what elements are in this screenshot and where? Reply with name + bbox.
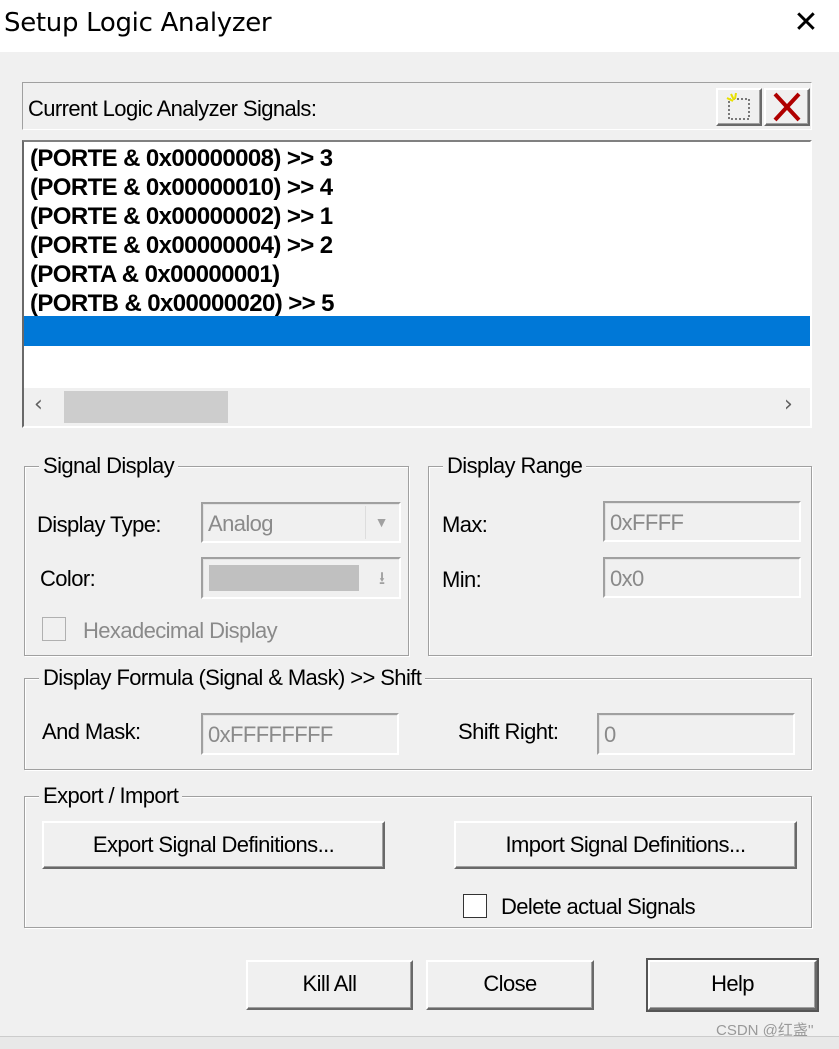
max-value: 0xFFFF — [610, 510, 684, 535]
selected-empty-row[interactable] — [24, 316, 810, 346]
chevron-down-icon[interactable]: ▼ — [365, 506, 397, 539]
min-value: 0x0 — [610, 566, 644, 591]
list-item[interactable]: (PORTE & 0x00000008) >> 3 — [30, 144, 333, 173]
export-import-group: Export / Import Export Signal Definition… — [24, 783, 812, 928]
close-label: Close — [483, 971, 537, 996]
display-type-label: Display Type: — [37, 512, 161, 537]
delete-x-icon — [773, 92, 801, 122]
and-mask-input[interactable]: 0xFFFFFFFF — [201, 713, 399, 755]
dropdown-arrow-icon[interactable]: ⭳ — [367, 561, 397, 595]
signals-label: Current Logic Analyzer Signals: — [28, 96, 317, 121]
signal-display-group: Signal Display Display Type: Analog ▼ Co… — [24, 453, 409, 656]
new-signal-button[interactable] — [716, 88, 762, 126]
new-signal-icon — [726, 92, 750, 120]
color-label: Color: — [40, 566, 96, 591]
import-signals-button[interactable]: Import Signal Definitions... — [454, 821, 797, 869]
shift-right-value: 0 — [604, 722, 616, 747]
signals-header: Current Logic Analyzer Signals: — [22, 82, 812, 130]
max-label: Max: — [442, 512, 488, 537]
list-item[interactable]: (PORTE & 0x00000010) >> 4 — [30, 173, 333, 202]
kill-all-button[interactable]: Kill All — [246, 960, 413, 1010]
list-item[interactable]: (PORTE & 0x00000004) >> 2 — [30, 231, 333, 260]
group-title: Display Range — [443, 453, 587, 479]
close-icon[interactable]: ✕ — [790, 6, 822, 40]
min-input[interactable]: 0x0 — [603, 557, 801, 598]
import-label: Import Signal Definitions... — [505, 832, 747, 857]
group-title: Signal Display — [39, 453, 179, 479]
export-label: Export Signal Definitions... — [92, 832, 335, 857]
group-title: Export / Import — [39, 783, 183, 809]
list-item[interactable]: (PORTA & 0x00000001) — [30, 260, 280, 289]
delete-signals-checkbox[interactable] — [463, 894, 487, 918]
list-item[interactable]: (PORTB & 0x00000020) >> 5 — [30, 289, 334, 318]
delete-signal-button[interactable] — [764, 88, 810, 126]
title-bar: Setup Logic Analyzer ✕ — [0, 0, 839, 52]
help-label: Help — [711, 971, 754, 996]
display-type-value: Analog — [208, 511, 274, 536]
display-type-select[interactable]: Analog ▼ — [201, 502, 401, 543]
help-button[interactable]: Help — [646, 958, 819, 1012]
scroll-left-icon[interactable]: ‹ — [34, 392, 43, 417]
signals-listbox[interactable]: (PORTE & 0x00000008) >> 3 (PORTE & 0x000… — [22, 140, 812, 428]
delete-signals-label: Delete actual Signals — [501, 894, 696, 919]
color-select[interactable]: ⭳ — [201, 557, 401, 599]
and-mask-label: And Mask: — [42, 719, 141, 744]
list-item[interactable]: (PORTE & 0x00000002) >> 1 — [30, 202, 333, 231]
display-formula-group: Display Formula (Signal & Mask) >> Shift… — [24, 665, 812, 770]
watermark: CSDN @红盏'' — [716, 1022, 814, 1039]
max-input[interactable]: 0xFFFF — [603, 501, 801, 542]
background-window-strip — [0, 1036, 839, 1049]
scroll-right-icon[interactable]: › — [784, 392, 793, 417]
and-mask-value: 0xFFFFFFFF — [208, 722, 333, 747]
horizontal-scrollbar[interactable]: ‹ › — [24, 388, 810, 426]
shift-right-label: Shift Right: — [458, 719, 559, 744]
scrollbar-thumb[interactable] — [64, 391, 228, 423]
display-range-group: Display Range Max: 0xFFFF Min: 0x0 — [428, 453, 812, 656]
min-label: Min: — [442, 567, 482, 592]
close-button[interactable]: Close — [426, 960, 594, 1010]
shift-right-input[interactable]: 0 — [597, 713, 795, 755]
hex-display-label: Hexadecimal Display — [83, 618, 278, 643]
hex-display-checkbox[interactable] — [42, 617, 66, 641]
kill-all-label: Kill All — [302, 971, 357, 996]
group-title: Display Formula (Signal & Mask) >> Shift — [39, 665, 426, 691]
color-swatch — [209, 565, 359, 591]
window-title: Setup Logic Analyzer — [4, 8, 272, 38]
export-signals-button[interactable]: Export Signal Definitions... — [42, 821, 385, 869]
